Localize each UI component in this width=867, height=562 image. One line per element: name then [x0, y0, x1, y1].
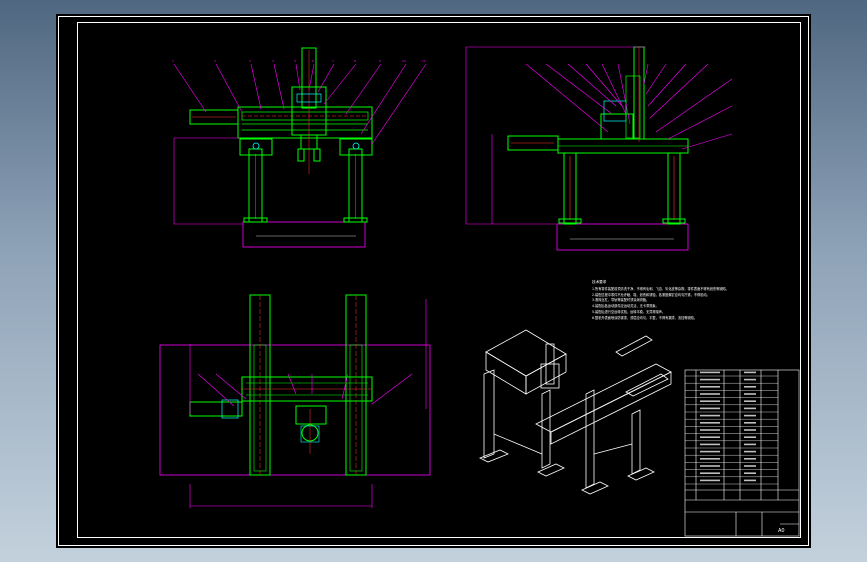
technical-notes: 技术要求 1.所有零件装配前须清洗干净，不得有毛刺、飞边、氧化皮等杂物，零件表面… — [592, 280, 792, 322]
svg-text:6: 6 — [312, 59, 314, 63]
side-view — [465, 46, 733, 251]
svg-text:4: 4 — [272, 59, 274, 63]
svg-text:10: 10 — [402, 59, 406, 63]
svg-text:3: 3 — [249, 59, 251, 63]
svg-text:7: 7 — [332, 59, 334, 63]
sheet-size-label: A0 — [778, 528, 785, 534]
notes-title: 技术要求 — [592, 280, 607, 284]
svg-text:11: 11 — [422, 59, 426, 63]
svg-text:1: 1 — [172, 59, 174, 63]
svg-text:5: 5 — [294, 59, 296, 63]
top-view — [159, 294, 431, 508]
drawing-sheet: 1 2 3 4 5 6 7 8 9 10 11 技术要求 1.所有零件装配前须清洗干净，不得… — [56, 14, 811, 548]
svg-text:2: 2 — [214, 59, 216, 63]
note-line: 6.整机外表面喷涂防锈漆，漆层应均匀、平整，不得有漏漆、流挂等缺陷。 — [592, 315, 698, 320]
svg-text:9: 9 — [379, 59, 381, 63]
title-block-text: A0 — [685, 370, 799, 536]
svg-text:8: 8 — [354, 59, 356, 63]
isometric-view — [479, 329, 672, 495]
front-view: 1 2 3 4 5 6 7 8 9 10 11 — [172, 47, 427, 248]
